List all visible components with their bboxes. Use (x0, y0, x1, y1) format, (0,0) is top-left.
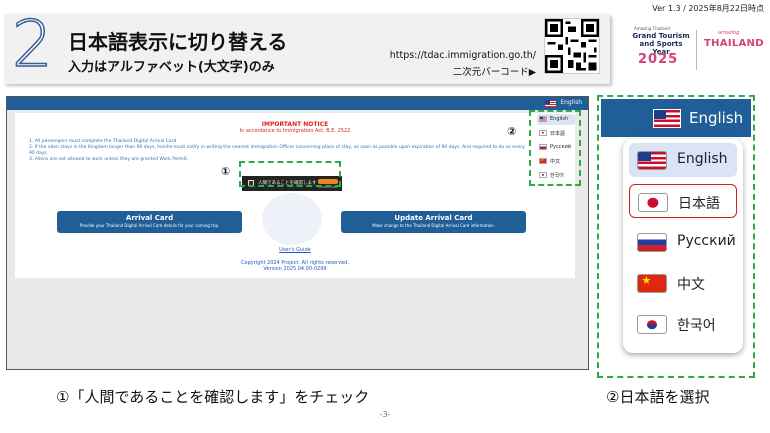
event-logos: Amazing Thailand Grand Tourism and Sport… (622, 22, 768, 82)
lang-option-label: 日本語 (678, 196, 720, 212)
mini-lang-label: Русский (550, 144, 571, 150)
caption-step-one: ①「人間であることを確認します」をチェック (56, 388, 370, 406)
step-number: 2 (11, 7, 53, 83)
header-language[interactable]: English (560, 99, 582, 106)
mini-lang-russian[interactable]: Русский (537, 142, 575, 153)
mini-lang-label: 한국어 (550, 173, 564, 179)
amazing-thailand-small: Amazing Thailand (634, 26, 670, 31)
mini-lang-english[interactable]: English (537, 114, 575, 125)
lang-option-label: English (677, 151, 728, 167)
page-title: 日本語表示に切り替える (68, 30, 288, 54)
arrival-card-desc: Provide your Thailand Digital Arrival Ca… (79, 223, 220, 228)
language-selector-zoom: English English 日本語 Русский 中文 한국어 (597, 95, 755, 378)
us-flag-icon (637, 151, 667, 170)
us-flag-icon (539, 116, 547, 122)
china-flag-icon (539, 158, 547, 164)
notice-item: 2. If the alien stays in the Kingdom lon… (29, 145, 525, 156)
mini-lang-label: 中文 (550, 159, 561, 165)
tdac-header: English (7, 97, 588, 110)
language-dropdown: English 日本語 Русский 中文 한국어 (623, 139, 743, 353)
arrival-card-button[interactable]: Arrival Card Provide your Thailand Digit… (57, 211, 242, 233)
site-url: https://tdac.immigration.go.th/ (389, 50, 536, 61)
lang-option-japanese[interactable]: 日本語 (629, 184, 737, 218)
korea-flag-icon (637, 315, 667, 334)
mini-lang-label: 日本語 (550, 131, 566, 137)
lang-option-label: Русский (677, 233, 736, 249)
amazing-script: amazing (718, 30, 740, 36)
zoom-header[interactable]: English (601, 99, 751, 137)
russia-flag-icon (637, 233, 667, 252)
year-2025-logo: 2025 (638, 52, 679, 67)
version-note: Ver 1.3 / 2025年8月22日時点 (652, 4, 764, 13)
marker-one: ① (221, 165, 231, 178)
us-flag-icon (653, 109, 681, 128)
korea-flag-icon (539, 172, 547, 178)
title-band: 2 日本語表示に切り替える 入力はアルファベット(大文字)のみ https://… (4, 7, 610, 84)
mini-lang-japanese[interactable]: 日本語 (537, 128, 575, 139)
arrival-card-title: Arrival Card (125, 214, 174, 222)
notice-title: IMPORTANT NOTICE (261, 121, 329, 128)
mini-lang-label: English (550, 116, 569, 122)
notice-subtitle: In accordance to Immigration Act, B.E. 2… (239, 128, 351, 134)
zoom-header-language: English (689, 109, 744, 127)
lang-option-chinese[interactable]: 中文 (629, 266, 737, 300)
russia-flag-icon (539, 144, 547, 150)
caption-step-two: ②日本語を選択 (606, 388, 710, 406)
notice-panel: IMPORTANT NOTICE In accordance to Immigr… (15, 113, 575, 278)
japan-flag-icon (638, 193, 668, 212)
page-subtitle: 入力はアルファベット(大文字)のみ (68, 60, 275, 75)
japan-flag-icon (539, 130, 547, 136)
app-version: Version 2025.04.00-0299 (263, 266, 327, 272)
logo-divider (696, 30, 697, 70)
emblem-watermark-icon (262, 193, 322, 245)
lang-option-label: 中文 (677, 277, 705, 293)
mini-language-menu: English 日本語 Русский 中文 한국어 (529, 110, 581, 186)
lang-option-english[interactable]: English (629, 143, 737, 177)
mini-lang-chinese[interactable]: 中文 (537, 156, 575, 167)
qr-code-icon (544, 18, 600, 74)
captcha-highlight (239, 161, 341, 187)
update-card-title: Update Arrival Card (394, 214, 473, 222)
thailand-logo: THAILAND (704, 38, 764, 49)
us-flag-icon (545, 100, 556, 107)
lang-option-russian[interactable]: Русский (629, 225, 737, 259)
users-guide-link[interactable]: User's Guide (15, 247, 575, 253)
update-arrival-card-button[interactable]: Update Arrival Card Make change to the T… (341, 211, 526, 233)
china-flag-icon (637, 274, 667, 293)
qr-caption: 二次元バーコード▶ (452, 67, 536, 78)
lang-option-korean[interactable]: 한국어 (629, 307, 737, 341)
tdac-screenshot: English IMPORTANT NOTICE In accordance t… (6, 96, 589, 370)
update-card-desc: Make change to the Thailand Digital Arri… (372, 223, 495, 228)
marker-two: ② (507, 125, 517, 138)
lang-option-label: 한국어 (677, 318, 716, 334)
page-number: -3- (379, 410, 391, 419)
mini-lang-korean[interactable]: 한국어 (537, 170, 575, 181)
